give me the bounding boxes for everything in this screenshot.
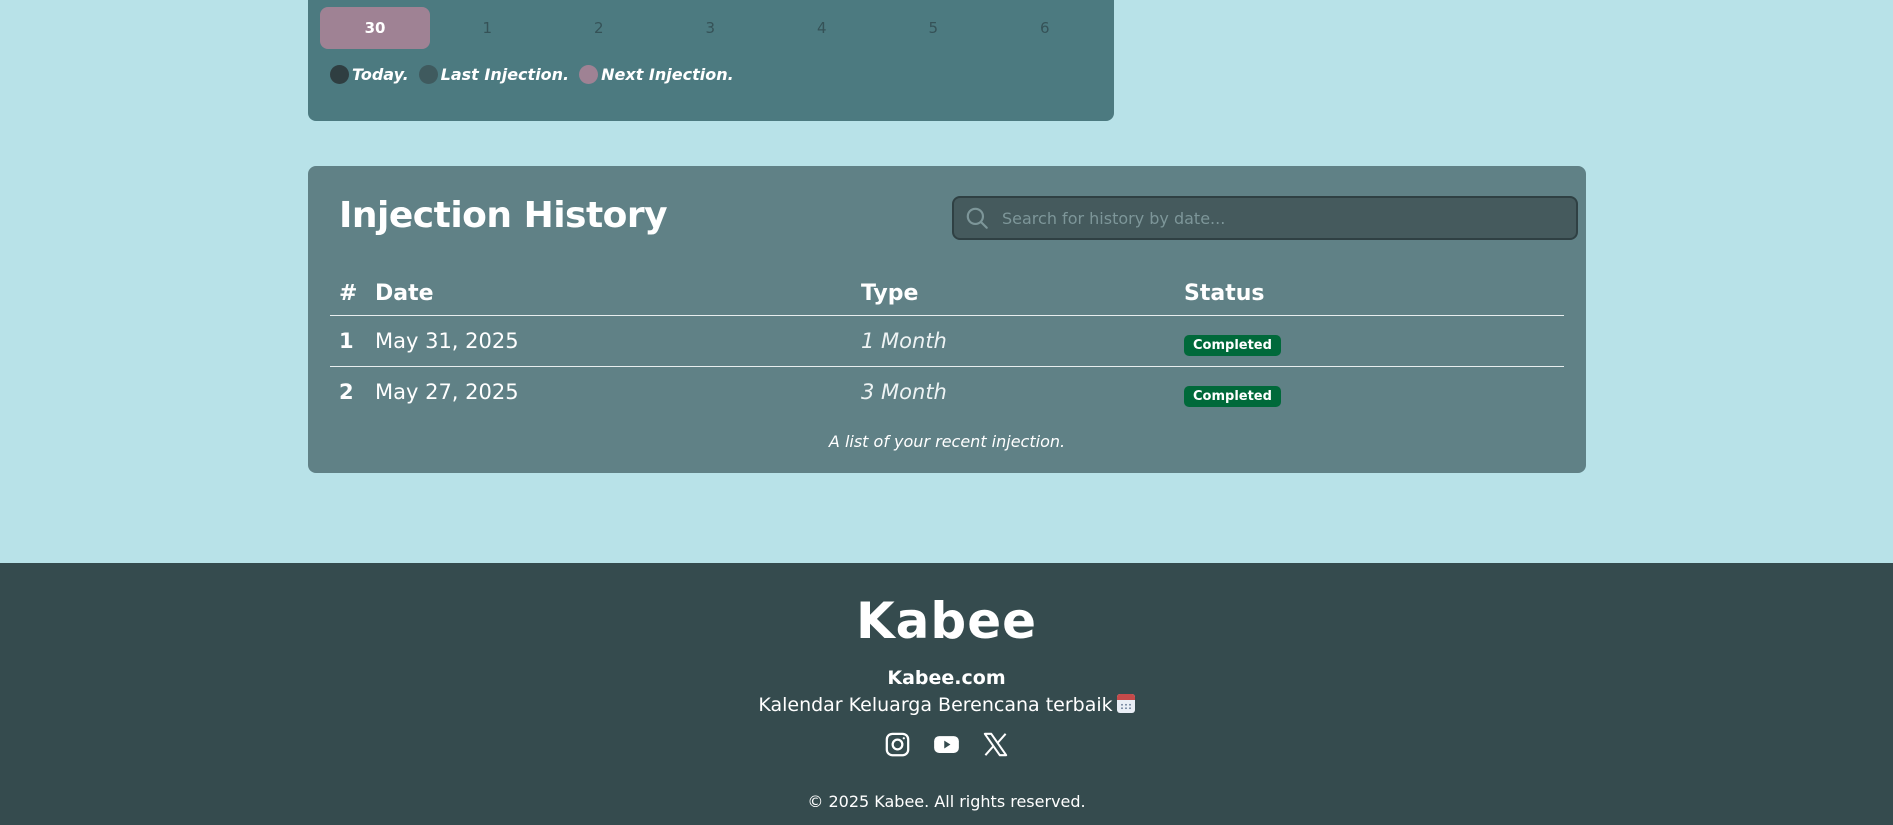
row-status: Completed xyxy=(1184,366,1564,417)
x-twitter-icon xyxy=(983,732,1008,757)
youtube-icon xyxy=(934,736,959,753)
status-badge: Completed xyxy=(1184,385,1281,407)
row-date: May 31, 2025 xyxy=(375,315,861,367)
calendar-day[interactable]: 3 xyxy=(655,7,767,49)
row-status: Completed xyxy=(1184,315,1564,367)
legend-item-last-injection: Last Injection. xyxy=(418,65,570,84)
history-table: # Date Type Status 1 May 31, 2025 1 Mont… xyxy=(330,272,1564,417)
brand-logo[interactable]: Kabee xyxy=(0,592,1893,650)
history-search-box[interactable] xyxy=(952,196,1578,240)
calendar-day[interactable]: 6 xyxy=(989,7,1101,49)
column-header-type: Type xyxy=(861,272,1184,316)
status-badge: Completed xyxy=(1184,334,1281,356)
legend-dot-next-injection xyxy=(579,65,599,84)
table-row: 2 May 27, 2025 3 Month Completed xyxy=(330,366,1564,417)
history-search-input[interactable] xyxy=(1002,198,1576,238)
copyright: © 2025 Kabee. All rights reserved. xyxy=(807,792,1086,811)
youtube-link[interactable] xyxy=(933,731,960,758)
tagline: Kalendar Keluarga Berencana terbaik xyxy=(0,694,1893,716)
legend-dot-today xyxy=(330,65,349,84)
row-number: 2 xyxy=(339,379,354,404)
calendar-day[interactable]: 4 xyxy=(766,7,878,49)
injection-calendar-card: 30 1 2 3 4 5 6 Today. Last Injection. Ne… xyxy=(308,0,1114,121)
calendar-day[interactable]: 1 xyxy=(432,7,544,49)
calendar-emoji-icon xyxy=(1116,694,1135,713)
footer: Kabee Kabee.com Kalendar Keluarga Berenc… xyxy=(0,563,1893,825)
social-links xyxy=(0,731,1893,758)
calendar-week-row: 30 1 2 3 4 5 6 xyxy=(320,7,1101,49)
x-twitter-link[interactable] xyxy=(982,731,1009,758)
column-header-status: Status xyxy=(1184,272,1564,316)
page: 30 1 2 3 4 5 6 Today. Last Injection. Ne… xyxy=(0,0,1893,825)
table-row: 1 May 31, 2025 1 Month Completed xyxy=(330,315,1564,367)
column-header-number: # xyxy=(330,272,375,316)
table-header-row: # Date Type Status xyxy=(330,272,1564,316)
instagram-link[interactable] xyxy=(884,731,911,758)
legend-label: Today. xyxy=(352,65,409,84)
row-number: 1 xyxy=(330,315,375,367)
site-name: Kabee.com xyxy=(887,667,1006,689)
search-icon xyxy=(966,207,988,229)
legend-item-today: Today. xyxy=(330,65,409,84)
table-caption: A list of your recent injection. xyxy=(828,432,1066,451)
calendar-day[interactable]: 5 xyxy=(878,7,990,49)
legend-label: Last Injection. xyxy=(440,65,570,84)
calendar-legend: Today. Last Injection. Next Injection. xyxy=(330,65,744,84)
column-header-date: Date xyxy=(375,272,861,316)
history-title: Injection History xyxy=(339,195,668,236)
row-type: 3 Month xyxy=(861,379,947,404)
injection-history-card: Injection History # Date Type Status 1 xyxy=(308,166,1586,473)
legend-item-next-injection: Next Injection. xyxy=(579,65,734,84)
legend-dot-last-injection xyxy=(418,65,438,84)
row-date: May 27, 2025 xyxy=(375,379,519,404)
legend-label: Next Injection. xyxy=(601,65,734,84)
calendar-day[interactable]: 2 xyxy=(543,7,655,49)
row-type: 1 Month xyxy=(861,315,1184,367)
tagline-text: Kalendar Keluarga Berencana terbaik xyxy=(758,694,1113,716)
calendar-day-today[interactable]: 30 xyxy=(320,7,430,49)
instagram-icon xyxy=(885,732,910,757)
